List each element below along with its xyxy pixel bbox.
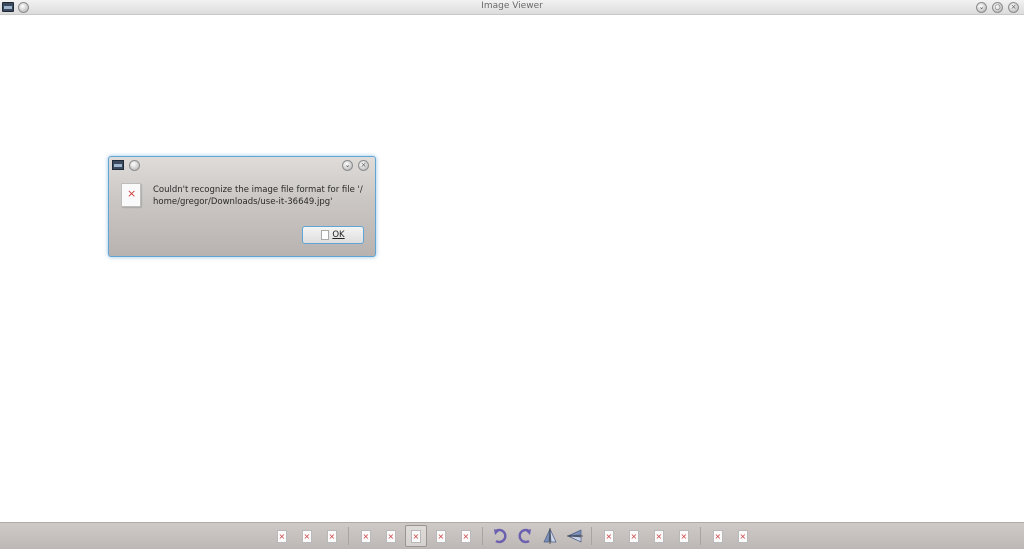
broken-image-icon xyxy=(678,529,689,543)
flip-vertical-button[interactable] xyxy=(539,525,561,547)
broken-image-icon xyxy=(737,529,748,543)
broken-image-icon xyxy=(276,529,287,543)
dialog-menu-button[interactable] xyxy=(129,160,140,171)
broken-image-icon xyxy=(326,529,337,543)
thumbnail-9[interactable] xyxy=(598,525,620,547)
broken-image-icon xyxy=(385,529,396,543)
error-message-line1: Couldn't recognize the image file format… xyxy=(153,185,363,195)
rotate-left-icon xyxy=(518,528,531,544)
broken-image-icon xyxy=(628,529,639,543)
broken-image-icon xyxy=(360,529,371,543)
thumbnail-11[interactable] xyxy=(648,525,670,547)
broken-image-icon xyxy=(653,529,664,543)
dialog-minimize-button[interactable]: ⌄ xyxy=(342,160,353,171)
thumbnail-10[interactable] xyxy=(623,525,645,547)
broken-image-icon xyxy=(301,529,312,543)
error-message: Couldn't recognize the image file format… xyxy=(153,184,373,208)
thumbnail-1[interactable] xyxy=(271,525,293,547)
thumbnail-7[interactable] xyxy=(430,525,452,547)
broken-image-icon xyxy=(435,529,446,543)
error-message-line2: home/gregor/Downloads/use-it-36649.jpg' xyxy=(153,197,333,207)
bottom-toolbar xyxy=(0,522,1024,549)
flip-vertical-icon xyxy=(542,528,557,544)
thumbnail-6-active[interactable] xyxy=(404,525,427,547)
close-button[interactable]: × xyxy=(1008,2,1019,13)
rotate-right-button[interactable] xyxy=(489,525,511,547)
thumbnail-12[interactable] xyxy=(673,525,695,547)
broken-image-icon xyxy=(460,529,471,543)
ok-button-label: OK xyxy=(332,230,345,240)
toolbar-separator xyxy=(700,527,701,545)
rotate-right-icon xyxy=(493,528,506,544)
maximize-button[interactable]: ○ xyxy=(992,2,1003,13)
toolbar-separator xyxy=(591,527,592,545)
dialog-app-icon[interactable] xyxy=(112,160,124,170)
ok-icon xyxy=(321,230,330,240)
thumbnail-14[interactable] xyxy=(732,525,754,547)
thumbnail-3[interactable] xyxy=(321,525,343,547)
rotate-left-button[interactable] xyxy=(514,525,536,547)
broken-image-icon xyxy=(603,529,614,543)
ok-button[interactable]: OK xyxy=(302,226,364,244)
broken-image-icon xyxy=(712,529,723,543)
minimize-button[interactable]: ⌄ xyxy=(976,2,987,13)
toolbar-separator xyxy=(348,527,349,545)
thumbnail-4[interactable] xyxy=(355,525,377,547)
window-title: Image Viewer xyxy=(481,1,543,11)
thumbnail-13[interactable] xyxy=(707,525,729,547)
flip-horizontal-button[interactable] xyxy=(564,525,586,547)
window-titlebar[interactable]: Image Viewer ⌄ ○ × xyxy=(0,0,1024,15)
broken-file-icon xyxy=(121,183,141,207)
thumbnail-2[interactable] xyxy=(296,525,318,547)
thumbnail-8[interactable] xyxy=(455,525,477,547)
broken-image-icon xyxy=(410,529,421,543)
dialog-close-button[interactable]: × xyxy=(358,160,369,171)
flip-horizontal-icon xyxy=(566,529,583,543)
error-dialog: ⌄ × Couldn't recognize the image file fo… xyxy=(108,156,376,257)
toolbar-separator xyxy=(482,527,483,545)
thumbnail-5[interactable] xyxy=(380,525,402,547)
